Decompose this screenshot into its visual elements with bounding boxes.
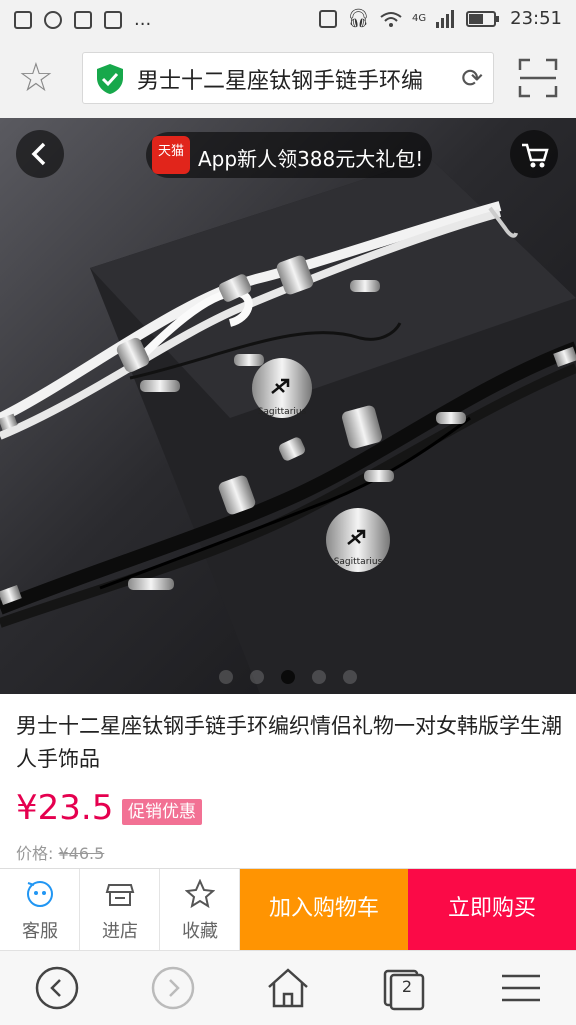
customer-service-button[interactable]: 客服 <box>0 869 80 951</box>
carousel-dot[interactable] <box>312 670 326 684</box>
bookmark-star-icon[interactable]: ☆ <box>18 56 54 100</box>
sim-icon <box>319 9 338 28</box>
carousel-dot[interactable] <box>250 670 264 684</box>
favorite-button[interactable]: 收藏 <box>160 869 240 951</box>
service-icon <box>27 881 53 907</box>
back-button[interactable] <box>16 130 64 178</box>
charm-label-2: Sagittarius <box>334 557 383 567</box>
promo-text: App新人领388元大礼包! <box>198 147 424 171</box>
app-icon <box>74 10 92 29</box>
carousel-dot[interactable] <box>219 670 233 684</box>
shop-label: 进店 <box>102 921 138 942</box>
carousel-dot[interactable] <box>343 670 357 684</box>
original-price-value: ¥46.5 <box>58 844 105 863</box>
carousel-indicator <box>0 670 576 686</box>
back-nav-button[interactable] <box>34 965 80 1011</box>
url-field[interactable]: 男士十二星座钛钢手链手环编 ⟳ <box>82 52 494 104</box>
product-title: 男士十二星座钛钢手链手环编织情侣礼物一对女韩版学生潮人手饰品 <box>16 714 562 771</box>
menu-icon[interactable] <box>498 965 544 1011</box>
cart-icon <box>522 143 549 168</box>
signal-icon <box>436 9 455 28</box>
scan-icon[interactable] <box>518 58 558 98</box>
reload-icon[interactable]: ⟳ <box>461 64 483 94</box>
image-icon <box>14 10 32 29</box>
shop-icon <box>105 884 135 906</box>
more-notifications: ... <box>134 9 152 30</box>
tmall-badge: 天猫 <box>152 136 190 174</box>
favorite-label: 收藏 <box>182 921 218 942</box>
bracelet-photo: Sagittarius Sagittarius <box>0 118 576 694</box>
address-bar: ☆ 男士十二星座钛钢手链手环编 ⟳ <box>0 40 576 118</box>
add-to-cart-button[interactable]: 加入购物车 <box>240 869 408 951</box>
url-text: 男士十二星座钛钢手链手环编 <box>137 69 424 94</box>
promo-tag: 促销优惠 <box>122 799 202 825</box>
network-type: 4G <box>412 13 427 24</box>
original-price-label: 价格: <box>16 844 59 863</box>
wifi-icon <box>380 11 402 27</box>
charm-label-1: Sagittarius <box>258 407 307 417</box>
service-label: 客服 <box>22 921 58 942</box>
product-image-carousel[interactable]: Sagittarius Sagittarius 天猫 App新人领388元大礼包… <box>0 118 576 694</box>
product-price: ¥23.5 <box>16 788 114 828</box>
carousel-dot-active[interactable] <box>281 670 295 684</box>
chevron-left-icon <box>31 142 46 166</box>
headphones-icon: 🎧︎ <box>347 8 370 29</box>
shop-button[interactable]: 进店 <box>80 869 160 951</box>
mail-icon <box>104 10 122 29</box>
battery-icon <box>466 10 500 27</box>
star-icon <box>185 879 215 909</box>
original-price: 价格: ¥46.5 <box>16 840 104 864</box>
action-bar: 客服 进店 收藏 加入购物车 立即购买 <box>0 868 576 951</box>
chat-icon <box>44 10 62 29</box>
buy-now-button[interactable]: 立即购买 <box>408 869 576 951</box>
secure-shield-icon <box>97 64 123 94</box>
forward-nav-button[interactable] <box>150 965 196 1011</box>
cart-button[interactable] <box>510 130 558 178</box>
tabs-button[interactable]: 2 <box>382 965 428 1011</box>
status-bar: ... 🎧︎ 4G 23:51 <box>0 0 576 40</box>
tab-count: 2 <box>401 977 413 996</box>
home-button[interactable] <box>265 965 311 1011</box>
clock: 23:51 <box>510 8 562 29</box>
browser-nav-bar: 2 <box>0 950 576 1025</box>
promo-banner[interactable]: 天猫 App新人领388元大礼包! <box>146 132 432 178</box>
